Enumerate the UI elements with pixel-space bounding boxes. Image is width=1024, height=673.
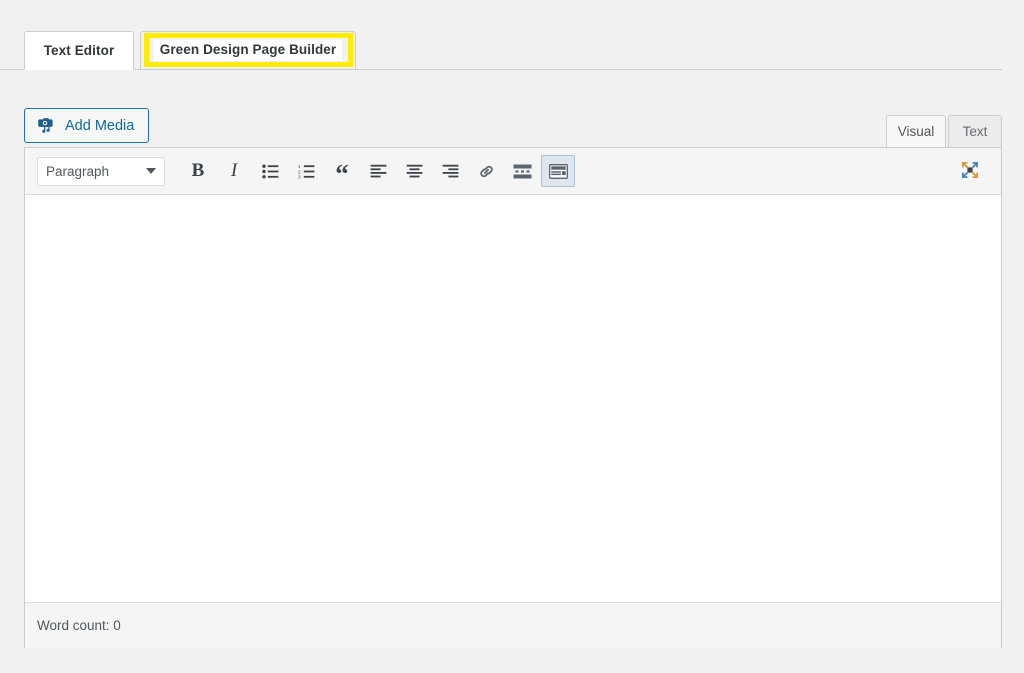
bulleted-list-icon xyxy=(262,164,279,179)
content-editor: Paragraph B I 1 2 3 xyxy=(24,147,1002,648)
tab-visual-editor-label: Visual xyxy=(898,124,935,139)
distraction-free-button[interactable] xyxy=(955,155,985,185)
paragraph-format-select[interactable]: Paragraph xyxy=(37,157,165,186)
tab-text-mode-label: Text xyxy=(963,124,988,139)
insert-link-button[interactable] xyxy=(469,155,503,187)
editor-mode-switcher: Visual Text xyxy=(0,115,1002,147)
toolbar-toggle-button[interactable] xyxy=(541,155,575,187)
read-more-icon xyxy=(513,164,532,179)
tab-green-design-page-builder-label: Green Design Page Builder xyxy=(154,40,343,61)
bold-button[interactable]: B xyxy=(181,155,215,187)
chevron-down-icon xyxy=(146,168,156,174)
italic-icon: I xyxy=(231,160,237,182)
tab-text-mode[interactable]: Text xyxy=(948,115,1002,147)
editor-statusbar: Word count: 0 xyxy=(25,602,1001,648)
link-icon xyxy=(477,162,496,181)
align-left-button[interactable] xyxy=(361,155,395,187)
paragraph-format-value: Paragraph xyxy=(46,164,109,179)
fullscreen-arrows-icon xyxy=(959,159,981,181)
align-right-button[interactable] xyxy=(433,155,467,187)
align-left-icon xyxy=(370,164,387,179)
tab-text-editor-label: Text Editor xyxy=(44,43,115,58)
numbered-list-button[interactable]: 1 2 3 xyxy=(289,155,323,187)
align-right-icon xyxy=(442,164,459,179)
tab-text-editor[interactable]: Text Editor xyxy=(24,31,134,70)
bulleted-list-button[interactable] xyxy=(253,155,287,187)
read-more-button[interactable] xyxy=(505,155,539,187)
word-count-label: Word count: 0 xyxy=(37,618,121,633)
svg-text:1: 1 xyxy=(298,164,301,169)
blockquote-icon: “ xyxy=(335,166,349,182)
align-center-button[interactable] xyxy=(397,155,431,187)
tab-visual-editor[interactable]: Visual xyxy=(886,115,946,147)
tab-green-design-page-builder[interactable]: Green Design Page Builder xyxy=(140,31,356,70)
numbered-list-icon: 1 2 3 xyxy=(298,164,315,179)
svg-text:3: 3 xyxy=(298,174,301,178)
editor-toolbar: Paragraph B I 1 2 3 xyxy=(25,148,1001,195)
align-center-icon xyxy=(406,164,423,179)
editor-tab-strip: Text Editor Green Design Page Builder xyxy=(0,31,1002,70)
blockquote-button[interactable]: “ xyxy=(325,155,359,187)
keyboard-toolbar-icon xyxy=(549,164,568,179)
editor-content-area[interactable] xyxy=(25,195,1001,602)
italic-button[interactable]: I xyxy=(217,155,251,187)
bold-icon: B xyxy=(192,160,205,182)
